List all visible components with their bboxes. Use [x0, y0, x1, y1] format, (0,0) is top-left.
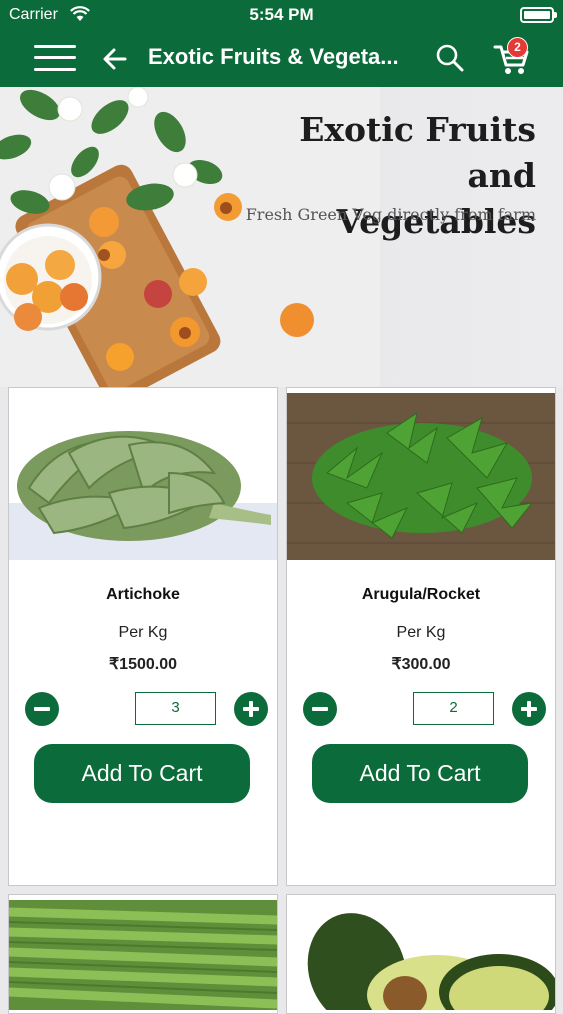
- product-unit: Per Kg: [396, 624, 446, 641]
- search-icon[interactable]: [434, 42, 466, 74]
- product-price: ₹300.00: [391, 656, 451, 673]
- quantity-field[interactable]: 2: [413, 692, 494, 725]
- category-banner: Exotic Fruits and Vegetables Fresh Green…: [0, 87, 563, 387]
- clock: 5:54 PM: [249, 5, 314, 24]
- product-card-artichoke[interactable]: Artichoke Per Kg ₹1500.00 3 Add To Cart: [8, 387, 278, 886]
- battery-icon: [520, 7, 557, 23]
- product-name: Artichoke: [106, 586, 180, 603]
- product-card-arugula[interactable]: Arugula/Rocket Per Kg ₹300.00 2 Add To C…: [286, 387, 556, 886]
- product-card-asparagus[interactable]: [8, 894, 278, 1014]
- menu-icon[interactable]: [34, 43, 76, 73]
- decrease-quantity-button[interactable]: [25, 692, 59, 726]
- banner-title: Exotic Fruits and Vegetables: [236, 107, 536, 245]
- product-price: ₹1500.00: [108, 656, 177, 673]
- add-to-cart-button[interactable]: Add To Cart: [34, 744, 250, 803]
- product-unit: Per Kg: [118, 624, 168, 641]
- status-bar: Carrier 5:54 PM: [0, 0, 563, 30]
- product-image[interactable]: [9, 900, 277, 1010]
- back-arrow-icon[interactable]: [100, 44, 130, 74]
- app-header: Exotic Fruits & Vegeta... 2: [0, 30, 563, 87]
- product-name: Arugula/Rocket: [361, 586, 481, 603]
- banner-title-line1: Exotic Fruits and: [299, 110, 536, 195]
- add-to-cart-button[interactable]: Add To Cart: [312, 744, 528, 803]
- banner-subtitle: Fresh Green Veg directly from farm: [245, 205, 536, 224]
- increase-quantity-button[interactable]: [512, 692, 546, 726]
- product-image[interactable]: [287, 393, 555, 560]
- decrease-quantity-button[interactable]: [303, 692, 337, 726]
- increase-quantity-button[interactable]: [234, 692, 268, 726]
- product-image[interactable]: [287, 900, 555, 1010]
- cart-count-badge: 2: [507, 37, 528, 58]
- product-image[interactable]: [9, 393, 277, 560]
- page-title: Exotic Fruits & Vegeta...: [148, 44, 399, 69]
- product-card-avocado[interactable]: [286, 894, 556, 1014]
- quantity-field[interactable]: 3: [135, 692, 216, 725]
